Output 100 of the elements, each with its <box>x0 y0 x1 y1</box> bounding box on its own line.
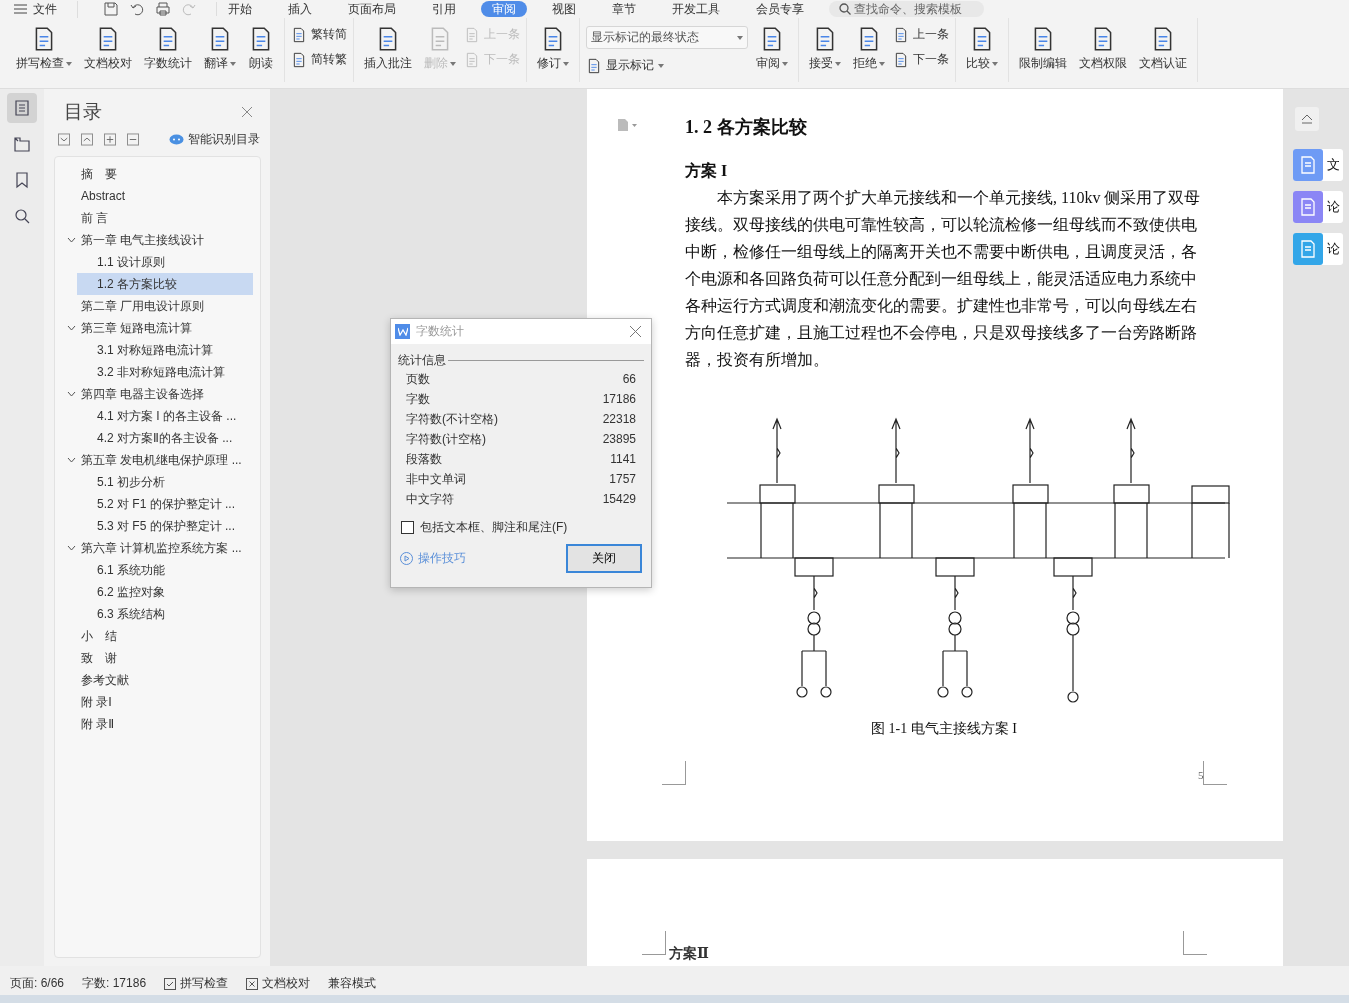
ribbon-button[interactable]: 接受 <box>805 24 845 74</box>
menu-tab[interactable]: 插入 <box>277 1 323 17</box>
search-field[interactable]: 查找命令、搜索模板 <box>829 1 984 17</box>
stat-value: 22318 <box>602 412 636 426</box>
chevron-icon[interactable] <box>67 325 76 331</box>
menu-tab[interactable]: 视图 <box>541 1 587 17</box>
menu-tab[interactable]: 引用 <box>421 1 467 17</box>
plus-icon[interactable] <box>104 133 116 146</box>
toc-item[interactable]: 4.2 对方案Ⅱ的各主设备 ... <box>55 427 253 449</box>
caret-icon <box>737 35 743 40</box>
toc-item[interactable]: 前 言 <box>55 207 253 229</box>
checkbox[interactable] <box>401 521 414 534</box>
chevron-icon[interactable] <box>67 237 76 243</box>
ribbon-button[interactable]: 比较 <box>962 24 1002 74</box>
ribbon-button[interactable]: 简转繁 <box>291 51 347 68</box>
ribbon-button[interactable]: 字数统计 <box>140 24 196 74</box>
document-icon <box>291 51 307 68</box>
menu-tab[interactable]: 章节 <box>601 1 647 17</box>
toc-item[interactable]: Abstract <box>55 185 253 207</box>
ribbon-button[interactable]: 插入批注 <box>360 24 416 74</box>
toc-item[interactable]: 4.1 对方案 I 的各主设备 ... <box>55 405 253 427</box>
close-icon[interactable] <box>242 107 252 117</box>
toc-item[interactable]: 第二章 厂用电设计原则 <box>55 295 253 317</box>
status-button[interactable]: 拼写检查 <box>164 975 229 992</box>
menu-tab[interactable]: 开发工具 <box>661 1 731 17</box>
stat-label: 字符数(计空格) <box>406 430 486 448</box>
toc-item[interactable]: 参考文献 <box>55 669 253 691</box>
document-icon <box>893 26 909 43</box>
subheading: 方案 I <box>685 161 729 181</box>
cross-box-icon <box>246 977 259 990</box>
ribbon-button[interactable]: 审阅 <box>752 24 792 74</box>
ribbon-button[interactable]: 文档权限 <box>1075 24 1131 74</box>
side-tab[interactable]: 论 <box>1293 233 1343 265</box>
close-icon[interactable] <box>630 326 641 337</box>
save-icon[interactable] <box>104 2 118 16</box>
crop-mark <box>662 761 686 785</box>
menu-tab[interactable]: 页面布局 <box>337 1 407 17</box>
close-button[interactable]: 关闭 <box>566 544 642 573</box>
ribbon-button[interactable]: 文档校对 <box>80 24 136 74</box>
stat-value: 17186 <box>602 392 636 406</box>
crop-mark <box>642 931 666 955</box>
toc-item[interactable]: 6.3 系统结构 <box>55 603 253 625</box>
status-button[interactable]: 文档校对 <box>246 975 311 992</box>
ribbon-button[interactable]: 上一条 <box>893 26 949 43</box>
ribbon-button[interactable]: 繁转简 <box>291 26 347 43</box>
print-icon[interactable] <box>156 2 170 16</box>
ribbon-button[interactable]: 拒绝 <box>849 24 889 74</box>
toc-item[interactable]: 摘 要 <box>55 163 253 185</box>
chevron-icon[interactable] <box>67 545 76 551</box>
ribbon-button[interactable]: 拼写检查 <box>12 24 76 74</box>
outline-icon[interactable] <box>7 93 37 123</box>
page-number: 5 <box>1198 769 1204 781</box>
chevron-icon[interactable] <box>67 391 76 397</box>
status-text: 兼容模式 <box>328 975 377 992</box>
toc-item[interactable]: 第三章 短路电流计算 <box>55 317 253 339</box>
menu-tab[interactable]: 开始 <box>217 1 263 17</box>
toc-item[interactable]: 附 录Ⅰ <box>55 691 253 713</box>
toc-item[interactable]: 附 录Ⅱ <box>55 713 253 735</box>
ribbon-button[interactable]: 翻译 <box>200 24 240 74</box>
minus-icon[interactable] <box>127 133 139 146</box>
play-icon <box>400 552 413 565</box>
toc-item[interactable]: 第五章 发电机继电保护原理 ... <box>55 449 253 471</box>
toc-item[interactable]: 第四章 电器主设备选择 <box>55 383 253 405</box>
toc-item[interactable]: 1.1 设计原则 <box>55 251 253 273</box>
file-menu[interactable]: 文件 <box>14 0 78 18</box>
toc-item[interactable]: 5.3 对 F5 的保护整定计 ... <box>55 515 253 537</box>
toc-item[interactable]: 6.1 系统功能 <box>55 559 253 581</box>
toc-item[interactable]: 小 结 <box>55 625 253 647</box>
toc-item[interactable]: 5.2 对 F1 的保护整定计 ... <box>55 493 253 515</box>
toc-item[interactable]: 第六章 计算机监控系统方案 ... <box>55 537 253 559</box>
ribbon-button[interactable]: 限制编辑 <box>1015 24 1071 74</box>
undo-icon[interactable] <box>130 2 144 16</box>
ribbon-button[interactable]: 文档认证 <box>1135 24 1191 74</box>
subheading: 方案Ⅱ <box>669 945 710 963</box>
stat-value: 1141 <box>610 452 636 466</box>
menu-tab[interactable]: 会员专享 <box>745 1 815 17</box>
chevron-icon[interactable] <box>67 457 76 463</box>
checkbox-label: 包括文本框、脚注和尾注(F) <box>420 519 568 536</box>
markup-dropdown[interactable]: 显示标记的最终状态 <box>586 26 748 49</box>
expand-icon[interactable] <box>81 133 93 146</box>
stat-label: 非中文单词 <box>406 470 466 488</box>
toc-item[interactable]: 第一章 电气主接线设计 <box>55 229 253 251</box>
ribbon-button[interactable]: 显示标记 <box>586 57 748 74</box>
toc-item[interactable]: 1.2 各方案比较 <box>77 273 253 295</box>
toc-item[interactable]: 3.1 对称短路电流计算 <box>55 339 253 361</box>
side-tab[interactable]: 论 <box>1293 191 1343 223</box>
stat-value: 1757 <box>609 472 636 486</box>
ribbon-button[interactable]: 下一条 <box>893 51 949 68</box>
toc-item[interactable]: 6.2 监控对象 <box>55 581 253 603</box>
collapse-icon[interactable] <box>58 133 70 146</box>
section-heading: 1. 2 各方案比较 <box>685 116 808 139</box>
panel-title: 目录 <box>64 100 102 124</box>
ribbon-button[interactable]: 修订 <box>533 24 573 74</box>
stat-label: 中文字符 <box>406 490 454 508</box>
side-tab[interactable]: 文 <box>1293 149 1343 181</box>
toc-item[interactable]: 3.2 非对称短路电流计算 <box>55 361 253 383</box>
toc-item[interactable]: 致 谢 <box>55 647 253 669</box>
smart-toc-button[interactable]: 智能识别目录 <box>169 131 260 148</box>
toc-item[interactable]: 5.1 初步分析 <box>55 471 253 493</box>
ribbon-button[interactable]: 朗读 <box>244 24 278 74</box>
